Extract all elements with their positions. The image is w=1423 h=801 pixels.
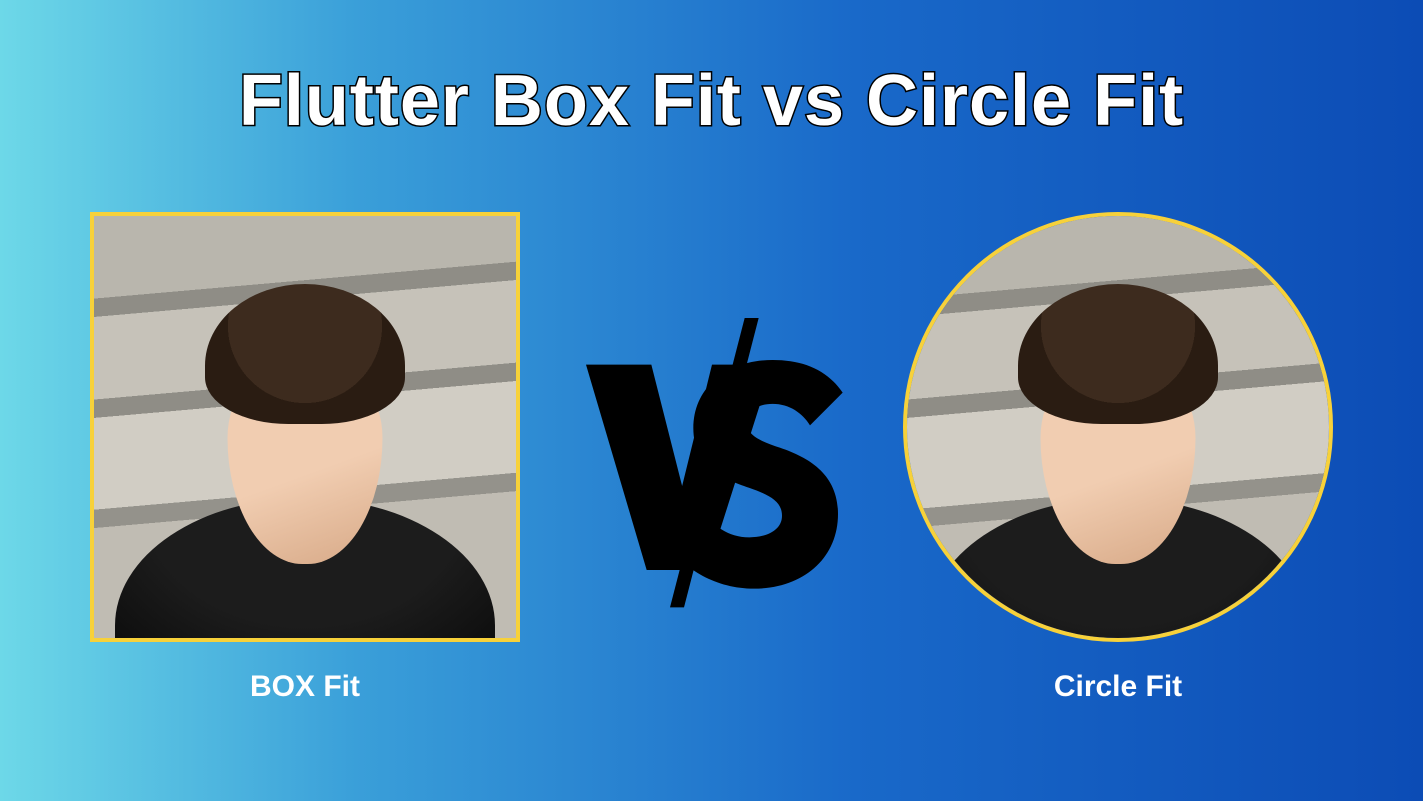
comparison-row: BOX Fit Circle Fit	[0, 212, 1423, 704]
portrait-torso	[928, 498, 1308, 642]
box-fit-panel: BOX Fit	[90, 212, 520, 704]
portrait-neck	[1063, 448, 1173, 528]
box-fit-frame	[90, 212, 520, 642]
page-title: Flutter Box Fit vs Circle Fit	[239, 60, 1184, 142]
portrait-image-box	[94, 216, 516, 638]
circle-fit-panel: Circle Fit	[903, 212, 1333, 704]
vs-separator	[562, 243, 862, 673]
circle-fit-caption: Circle Fit	[1054, 670, 1182, 704]
portrait-image-circle	[907, 216, 1329, 638]
circle-fit-frame	[903, 212, 1333, 642]
vs-icon	[572, 308, 852, 608]
portrait-torso	[115, 498, 495, 642]
portrait-neck	[250, 448, 360, 528]
box-fit-caption: BOX Fit	[250, 670, 360, 704]
